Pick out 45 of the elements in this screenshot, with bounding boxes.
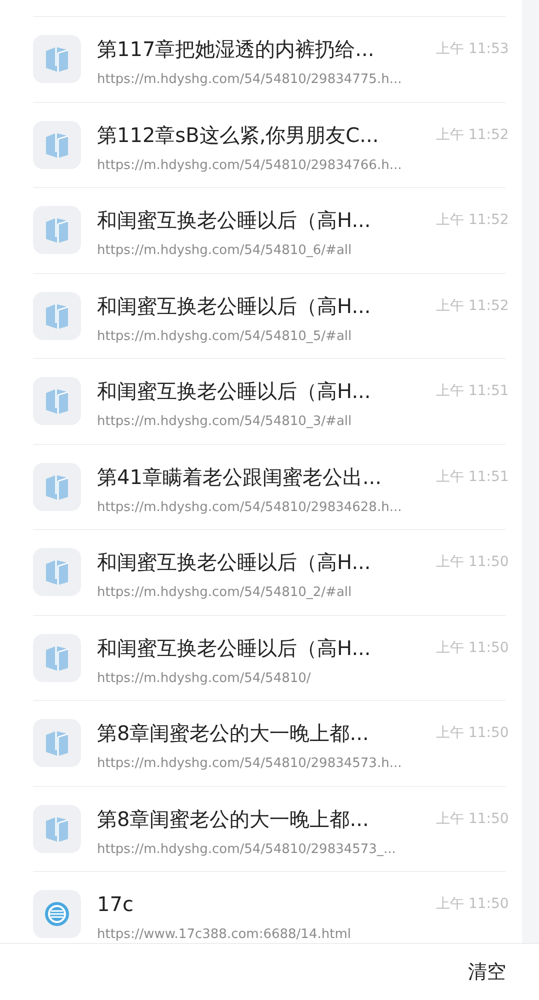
book-icon	[44, 814, 70, 842]
page-title[interactable]: 和闺蜜互换老公睡以后（高H...	[97, 548, 428, 576]
page-title[interactable]: 第8章闺蜜老公的大一晚上都...	[97, 719, 428, 747]
page-url: https://m.hdyshg.com/54/54810/	[97, 670, 312, 688]
page-title[interactable]: 和闺蜜互换老公睡以后（高H...	[97, 292, 428, 320]
book-icon	[44, 729, 70, 757]
visit-time: 上午 11:50	[436, 724, 506, 743]
page-url: https://m.hdyshg.com/54/54810_6/#all	[97, 242, 353, 260]
book-icon	[44, 558, 70, 586]
visit-time: 上午 11:51	[436, 468, 506, 486]
book-icon	[44, 644, 70, 672]
visit-time: 上午 11:50	[436, 553, 506, 572]
book-icon	[44, 130, 70, 158]
visit-time: 上午 11:50	[436, 638, 506, 658]
book-icon	[44, 302, 70, 330]
visit-time: 上午 11:51	[436, 382, 506, 401]
page-url: https://m.hdyshg.com/54/54810/29834766.h...	[97, 156, 403, 174]
visit-time: 上午 11:52	[436, 296, 506, 316]
page-url: https://m.hdyshg.com/54/54810/29834573_...	[97, 840, 397, 858]
page-title[interactable]: 17c	[97, 890, 428, 918]
clear-button[interactable]: 清空	[468, 955, 506, 989]
page-title[interactable]: 和闺蜜互换老公睡以后（高H...	[97, 206, 428, 234]
page-url: https://m.hdyshg.com/54/54810_5/#all	[97, 328, 353, 346]
visit-time: 上午 11:52	[436, 126, 506, 144]
visit-time: 上午 11:50	[436, 810, 506, 828]
page-url: https://m.hdyshg.com/54/54810/29834775.h...	[97, 71, 403, 89]
globe-icon	[44, 901, 70, 927]
visit-time: 上午 11:53	[436, 40, 506, 59]
page-url: https://www.17c388.com:6688/14.html	[97, 926, 352, 943]
book-icon	[44, 216, 70, 244]
page-url: https://m.hdyshg.com/54/54810/29834628.h...	[97, 498, 403, 516]
book-icon	[44, 472, 70, 500]
page-title[interactable]: 和闺蜜互换老公睡以后（高H...	[97, 377, 428, 405]
visit-time: 上午 11:50	[436, 895, 506, 914]
page-title[interactable]: 第117章把她湿透的内裤扔给...	[97, 35, 428, 63]
page-title[interactable]: 第112章sB这么紧,你男朋友C...	[97, 120, 428, 148]
book-icon	[44, 387, 70, 415]
book-icon	[44, 45, 70, 73]
page-url: https://m.hdyshg.com/54/54810/29834573.h...	[97, 755, 403, 773]
page-title[interactable]: 第8章闺蜜老公的大一晚上都...	[97, 804, 428, 832]
page-url: https://m.hdyshg.com/54/54810_3/#all	[97, 413, 353, 431]
visit-time: 上午 11:52	[436, 211, 506, 230]
page-title[interactable]: 第41章瞒着老公跟闺蜜老公出...	[97, 462, 428, 490]
page-title[interactable]: 和闺蜜互换老公睡以后（高H...	[97, 634, 428, 662]
page-url: https://m.hdyshg.com/54/54810_2/#all	[97, 584, 353, 602]
